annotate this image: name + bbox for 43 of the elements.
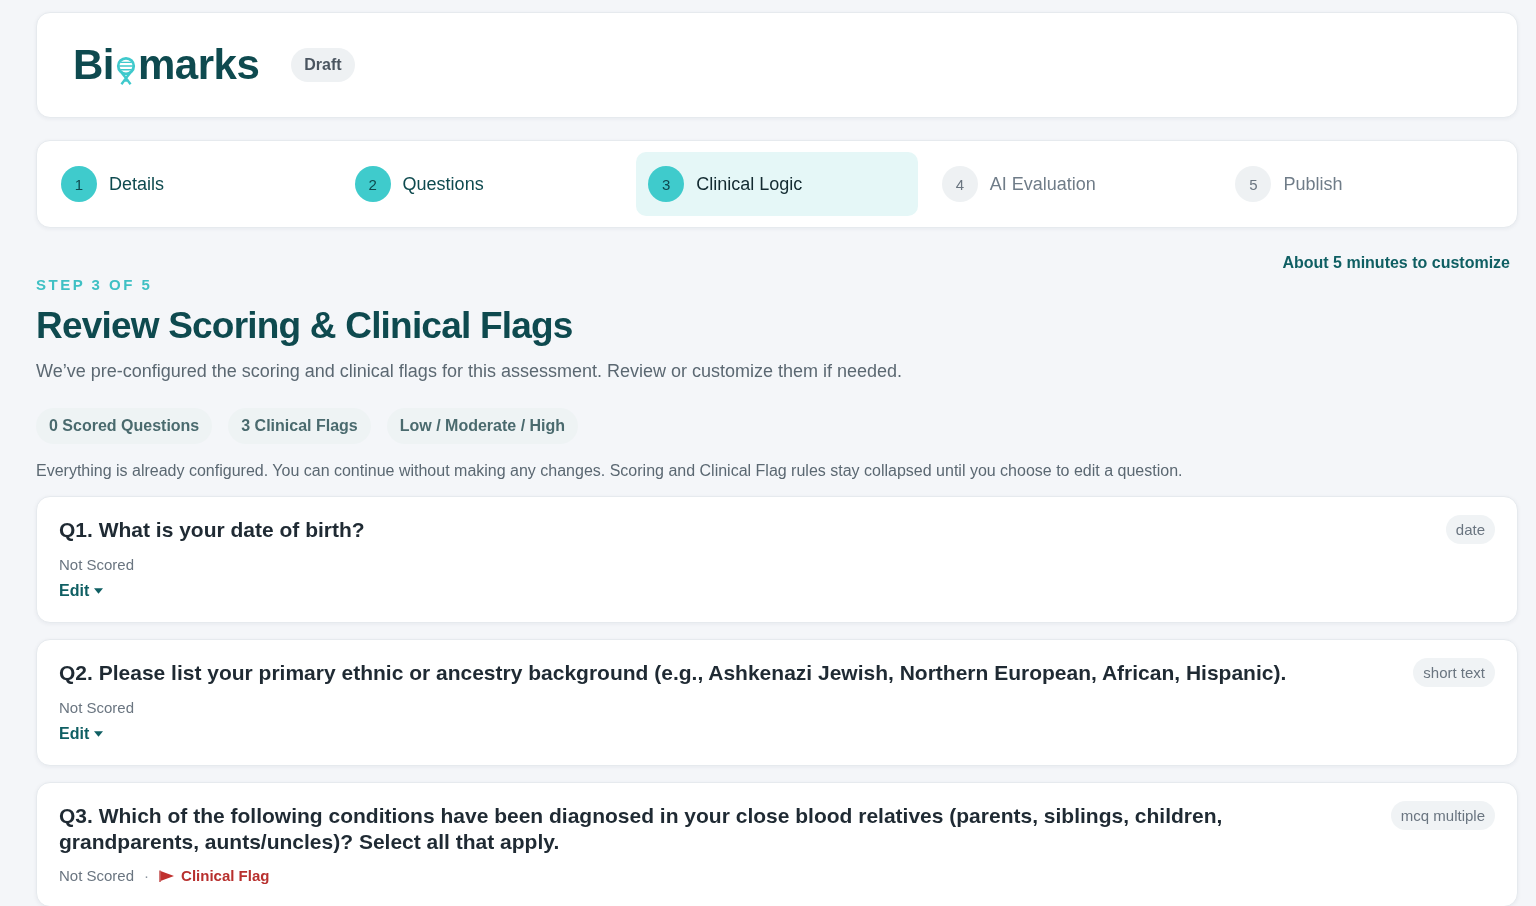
scoring-status: Not Scored	[59, 699, 135, 716]
question-type-tag: date	[1445, 515, 1495, 544]
separator-dot: ·	[144, 867, 150, 884]
dna-icon	[115, 56, 137, 87]
question-type-tag: mcq multiple	[1390, 801, 1495, 830]
step-number: 4	[941, 166, 978, 202]
question-type-tag: short text	[1413, 658, 1495, 687]
step-tab[interactable]: 3 Clinical Logic	[636, 152, 918, 216]
scoring-status: Not Scored	[59, 556, 135, 573]
page-title: Review Scoring & Clinical Flags	[36, 305, 574, 347]
caret-icon	[94, 588, 104, 594]
edit-link[interactable]: Edit	[59, 725, 104, 743]
summary-chip: Low / Moderate / High	[386, 408, 579, 444]
logo-text: Bi	[73, 42, 114, 88]
status-badge: Draft	[291, 48, 355, 82]
step-number: 5	[1235, 166, 1272, 202]
summary-chip: 0 Scored Questions	[36, 408, 213, 444]
caret-icon	[94, 731, 104, 737]
step-label: Clinical Logic	[696, 173, 803, 195]
step-label: AI Evaluation	[989, 173, 1096, 195]
clinical-flag-label: Clinical Flag	[159, 867, 270, 884]
step-number: 2	[354, 166, 391, 202]
question-title: Q2. Please list your primary ethnic or ancestry background (e.g., Ashkenazi Jewish, Northern European, African, Hispanic).	[59, 660, 1288, 686]
page-subtitle: We’ve pre-configured the scoring and clinical flags for this assessment. Review or customize them if needed.	[36, 361, 904, 382]
step-tab[interactable]: 5 Publish	[1223, 152, 1505, 216]
step-counter: STEP 3 OF 5	[36, 276, 154, 293]
step-tab[interactable]: 4 AI Evaluation	[929, 152, 1212, 216]
step-tab[interactable]: 2 Questions	[342, 152, 625, 216]
flag-icon	[159, 869, 176, 882]
edit-link[interactable]: Edit	[59, 582, 104, 600]
logo-text: marks	[138, 42, 260, 88]
question-title: Q1. What is your date of birth?	[59, 517, 366, 543]
step-label: Questions	[402, 173, 484, 195]
step-label: Details	[109, 173, 165, 195]
step-number: 3	[648, 166, 685, 202]
question-title: Q3. Which of the following conditions have been diagnosed in your close blood relatives (parents, siblings, children, grandparents, aunts/uncles)? Select all that apply.	[59, 803, 1224, 855]
step-label: Publish	[1283, 173, 1343, 195]
step-number: 1	[61, 166, 97, 202]
scoring-status: Not Scored	[59, 867, 135, 884]
summary-chip: 3 Clinical Flags	[228, 408, 371, 444]
time-estimate: About 5 minutes to customize	[1282, 254, 1510, 272]
step-tab[interactable]: 1 Details	[49, 152, 331, 216]
info-text: Everything is already configured. You can continue without making any changes. Scoring and Clinical Flag rules stay collapsed until you choose to edit a question.	[36, 462, 1184, 480]
